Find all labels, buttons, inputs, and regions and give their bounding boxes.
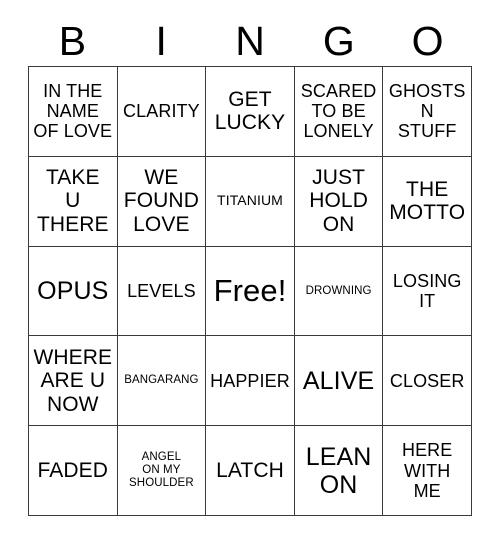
bingo-cell-r4c2[interactable]: BANGARANG bbox=[117, 336, 207, 427]
bingo-cell-label: CLARITY bbox=[123, 101, 200, 122]
bingo-card: B I N G O IN THE NAME OF LOVE CLARITY GE… bbox=[0, 0, 500, 544]
bingo-cell-label: FADED bbox=[37, 458, 109, 482]
bingo-grid: IN THE NAME OF LOVE CLARITY GET LUCKY SC… bbox=[28, 66, 472, 516]
free-space-label: Free! bbox=[213, 272, 287, 308]
bingo-cell-r4c4[interactable]: ALIVE bbox=[294, 336, 384, 427]
bingo-cell-label: BANGARANG bbox=[124, 374, 199, 387]
bingo-cell-label: LEAN ON bbox=[305, 442, 372, 499]
bingo-cell-free-space[interactable]: Free! bbox=[206, 246, 295, 337]
bingo-header-row: B I N G O bbox=[28, 16, 472, 66]
bingo-cell-r3c1[interactable]: OPUS bbox=[29, 246, 118, 337]
bingo-cell-r3c2[interactable]: LEVELS bbox=[117, 246, 207, 337]
bingo-header-letter-g: G bbox=[322, 17, 355, 64]
bingo-cell-r5c1[interactable]: FADED bbox=[29, 426, 118, 516]
bingo-cell-r1c5[interactable]: GHOSTS N STUFF bbox=[383, 67, 472, 157]
bingo-cell-r3c5[interactable]: LOSING IT bbox=[383, 246, 472, 337]
bingo-cell-r3c4[interactable]: DROWNING bbox=[294, 246, 384, 337]
bingo-cell-r5c2[interactable]: ANGEL ON MY SHOULDER bbox=[117, 426, 207, 516]
bingo-cell-label: GET LUCKY bbox=[214, 87, 286, 135]
bingo-cell-label: WE FOUND LOVE bbox=[123, 165, 199, 236]
bingo-header-letter-b: B bbox=[58, 17, 87, 64]
bingo-cell-label: LOSING IT bbox=[392, 270, 462, 311]
bingo-cell-r2c5[interactable]: THE MOTTO bbox=[383, 156, 472, 247]
bingo-cell-label: DROWNING bbox=[305, 284, 372, 297]
bingo-cell-label: CLOSER bbox=[389, 370, 465, 391]
bingo-cell-label: HERE WITH ME bbox=[401, 440, 453, 501]
bingo-cell-label: TITANIUM bbox=[217, 192, 283, 209]
bingo-cell-label: THE MOTTO bbox=[389, 177, 466, 225]
bingo-cell-r1c4[interactable]: SCARED TO BE LONELY bbox=[294, 67, 384, 157]
bingo-cell-label: TAKE U THERE bbox=[36, 165, 109, 236]
bingo-cell-label: LATCH bbox=[216, 458, 284, 482]
bingo-header-letter-n: N bbox=[235, 17, 265, 64]
bingo-cell-r1c1[interactable]: IN THE NAME OF LOVE bbox=[29, 67, 118, 157]
bingo-cell-r2c4[interactable]: JUST HOLD ON bbox=[294, 156, 384, 247]
bingo-cell-label: ANGEL ON MY SHOULDER bbox=[129, 451, 194, 490]
bingo-cell-label: IN THE NAME OF LOVE bbox=[33, 81, 113, 142]
bingo-cell-label: ALIVE bbox=[302, 366, 375, 395]
bingo-header-letter-o: O bbox=[411, 17, 444, 64]
bingo-cell-r5c5[interactable]: HERE WITH ME bbox=[383, 426, 472, 516]
bingo-cell-label: WHERE ARE U NOW bbox=[33, 345, 113, 416]
bingo-cell-r4c3[interactable]: HAPPIER bbox=[206, 336, 295, 427]
bingo-cell-label: GHOSTS N STUFF bbox=[388, 81, 466, 142]
bingo-cell-label: OPUS bbox=[37, 276, 109, 305]
bingo-cell-r5c4[interactable]: LEAN ON bbox=[294, 426, 384, 516]
bingo-cell-r5c3[interactable]: LATCH bbox=[206, 426, 295, 516]
bingo-cell-r1c2[interactable]: CLARITY bbox=[117, 67, 207, 157]
bingo-cell-r2c3[interactable]: TITANIUM bbox=[206, 156, 295, 247]
bingo-header-letter-i: I bbox=[155, 17, 167, 64]
bingo-cell-label: HAPPIER bbox=[210, 370, 290, 391]
bingo-cell-label: JUST HOLD ON bbox=[309, 165, 368, 236]
bingo-cell-r4c1[interactable]: WHERE ARE U NOW bbox=[29, 336, 118, 427]
bingo-cell-r2c1[interactable]: TAKE U THERE bbox=[29, 156, 118, 247]
bingo-cell-r2c2[interactable]: WE FOUND LOVE bbox=[117, 156, 207, 247]
bingo-cell-r1c3[interactable]: GET LUCKY bbox=[206, 67, 295, 157]
bingo-cell-label: SCARED TO BE LONELY bbox=[300, 81, 377, 142]
bingo-cell-r4c5[interactable]: CLOSER bbox=[383, 336, 472, 427]
bingo-cell-label: LEVELS bbox=[127, 280, 196, 301]
